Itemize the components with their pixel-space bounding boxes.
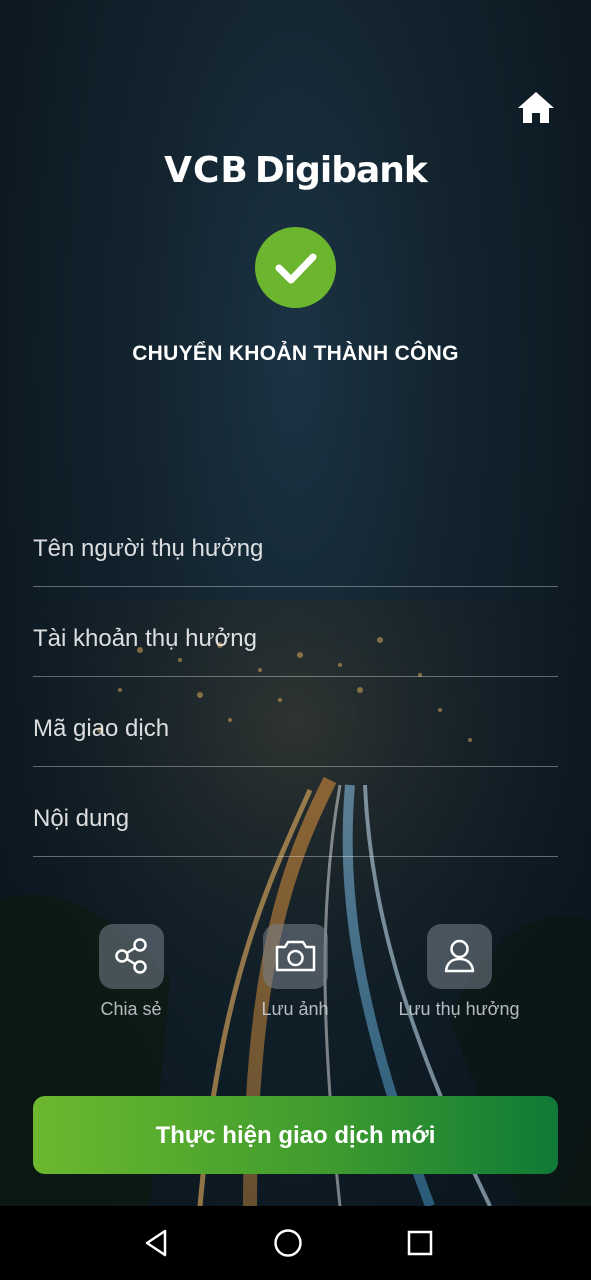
new-transaction-button[interactable]: Thực hiện giao dịch mới: [33, 1096, 558, 1174]
home-nav-button[interactable]: [270, 1225, 306, 1261]
field-label: Mã giao dịch: [33, 715, 170, 742]
home-button[interactable]: [516, 90, 556, 126]
success-screen: VCB Digibank CHUYỂN KHOẢN THÀNH CÔNG Tên …: [0, 0, 591, 1206]
status-title: CHUYỂN KHOẢN THÀNH CÔNG: [132, 342, 459, 365]
user-icon: [444, 939, 475, 973]
save-image-label: Lưu ảnh: [261, 999, 329, 1019]
camera-icon-box: [263, 924, 328, 989]
home-circle-icon: [274, 1229, 302, 1257]
save-beneficiary-button[interactable]: Lưu thụ hưởng: [379, 924, 539, 1024]
field-label: Nội dung: [33, 805, 130, 832]
save-image-button[interactable]: Lưu ảnh: [215, 924, 375, 1024]
recents-square-icon: [407, 1230, 433, 1256]
logo-vcb-text: VCB: [164, 150, 249, 191]
field-label: Tên người thụ hưởng: [33, 535, 264, 562]
field-transaction-code: Mã giao dịch: [33, 677, 558, 767]
field-beneficiary-account: Tài khoản thụ hưởng: [33, 587, 558, 677]
logo-digibank-text: Digibank: [254, 150, 428, 191]
camera-icon: [275, 940, 316, 972]
field-content: Nội dung: [33, 767, 558, 857]
vcb-digibank-logo: VCB Digibank: [0, 150, 591, 191]
field-label: Tài khoản thụ hưởng: [33, 625, 257, 652]
home-icon: [518, 92, 554, 123]
share-label: Chia sẻ: [100, 999, 162, 1019]
back-button[interactable]: [138, 1225, 174, 1261]
success-badge: [255, 227, 336, 308]
share-icon: [115, 938, 147, 974]
share-icon-box: [99, 924, 164, 989]
check-icon: [275, 253, 317, 284]
back-triangle-icon: [145, 1229, 167, 1257]
share-button[interactable]: Chia sẻ: [51, 924, 211, 1024]
field-beneficiary-name: Tên người thụ hưởng: [33, 497, 558, 587]
save-beneficiary-label: Lưu thụ hưởng: [398, 999, 520, 1019]
system-navigation-bar: [0, 1206, 591, 1280]
recents-button[interactable]: [402, 1225, 438, 1261]
user-icon-box: [427, 924, 492, 989]
action-row: Chia sẻ Lưu ảnh Lưu thụ hưởng: [0, 924, 591, 1024]
